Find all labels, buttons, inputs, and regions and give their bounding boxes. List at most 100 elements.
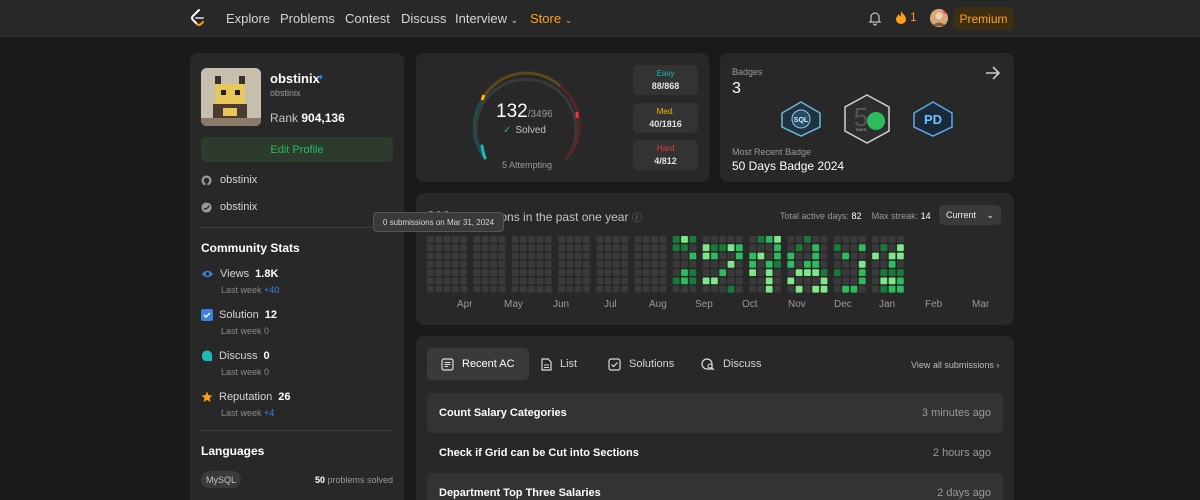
heatmap-cell[interactable] — [566, 244, 574, 252]
premium-button[interactable]: Premium — [953, 7, 1014, 30]
heatmap-cell[interactable] — [858, 252, 866, 260]
heatmap-cell[interactable] — [574, 260, 582, 268]
heatmap-cell[interactable] — [427, 260, 434, 268]
heatmap-cell[interactable] — [443, 244, 451, 252]
heatmap-cell[interactable] — [735, 277, 743, 285]
heatmap-cell[interactable] — [443, 269, 451, 276]
heatmap-cell[interactable] — [833, 269, 841, 276]
heatmap-cell[interactable] — [528, 277, 536, 285]
heatmap-cell[interactable] — [574, 269, 582, 276]
heatmap-cell[interactable] — [481, 269, 489, 276]
heatmap-cell[interactable] — [842, 252, 849, 260]
heatmap-cell[interactable] — [481, 260, 489, 268]
heatmap-cell[interactable] — [711, 236, 718, 243]
heatmap-cell[interactable] — [490, 277, 497, 285]
heatmap-cell[interactable] — [872, 236, 879, 243]
heatmap-cell[interactable] — [795, 244, 803, 252]
heatmap-cell[interactable] — [544, 269, 552, 276]
heatmap-cell[interactable] — [596, 260, 604, 268]
heatmap-cell[interactable] — [583, 244, 590, 252]
heatmap-cell[interactable] — [473, 260, 481, 268]
heatmap-cell[interactable] — [757, 236, 765, 243]
heatmap-cell[interactable] — [850, 252, 858, 260]
heatmap-cell[interactable] — [435, 244, 443, 252]
edit-profile-button[interactable]: Edit Profile — [201, 137, 393, 162]
heatmap-cell[interactable] — [888, 252, 896, 260]
heatmap-cell[interactable] — [544, 252, 552, 260]
heatmap-cell[interactable] — [702, 236, 710, 243]
heatmap-cell[interactable] — [842, 244, 849, 252]
heatmap-cell[interactable] — [520, 277, 527, 285]
heatmap-cell[interactable] — [511, 269, 519, 276]
heatmap-cell[interactable] — [689, 285, 697, 293]
heatmap-cell[interactable] — [672, 277, 680, 285]
heatmap-cell[interactable] — [672, 285, 680, 293]
heatmap-cell[interactable] — [634, 252, 642, 260]
heatmap-cell[interactable] — [842, 260, 849, 268]
heatmap-cell[interactable] — [702, 244, 710, 252]
heatmap-cell[interactable] — [689, 244, 697, 252]
heatmap-cell[interactable] — [719, 269, 727, 276]
heatmap-cell[interactable] — [473, 277, 481, 285]
heatmap-cell[interactable] — [812, 236, 820, 243]
heatmap-cell[interactable] — [427, 244, 434, 252]
heatmap-cell[interactable] — [536, 269, 544, 276]
heatmap-cell[interactable] — [672, 252, 680, 260]
heatmap-cell[interactable] — [473, 244, 481, 252]
heatmap-cell[interactable] — [880, 269, 888, 276]
heatmap-cell[interactable] — [880, 236, 888, 243]
heatmap-cell[interactable] — [820, 277, 828, 285]
heatmap-cell[interactable] — [558, 260, 565, 268]
heatmap-cell[interactable] — [659, 269, 667, 276]
heatmap-cell[interactable] — [787, 236, 795, 243]
heatmap-cell[interactable] — [451, 269, 459, 276]
heatmap-cell[interactable] — [604, 252, 612, 260]
heatmap-cell[interactable] — [520, 260, 527, 268]
heatmap-cell[interactable] — [897, 236, 904, 243]
heatmap-cell[interactable] — [659, 236, 667, 243]
heatmap-cell[interactable] — [833, 277, 841, 285]
heatmap-cell[interactable] — [719, 252, 727, 260]
heatmap-cell[interactable] — [820, 244, 828, 252]
heatmap-cell[interactable] — [795, 260, 803, 268]
heatmap-cell[interactable] — [659, 285, 667, 293]
heatmap-cell[interactable] — [511, 252, 519, 260]
heatmap-cell[interactable] — [604, 260, 612, 268]
heatmap-cell[interactable] — [774, 285, 781, 293]
heatmap-cell[interactable] — [804, 260, 811, 268]
heatmap-cell[interactable] — [804, 285, 811, 293]
heatmap-cell[interactable] — [757, 260, 765, 268]
heatmap-cell[interactable] — [528, 236, 536, 243]
heatmap-cell[interactable] — [566, 236, 574, 243]
heatmap-cell[interactable] — [812, 252, 820, 260]
heatmap-cell[interactable] — [621, 277, 629, 285]
heatmap-cell[interactable] — [812, 269, 820, 276]
heatmap-cell[interactable] — [621, 252, 629, 260]
heatmap-cell[interactable] — [833, 285, 841, 293]
heatmap-cell[interactable] — [613, 260, 620, 268]
heatmap-cell[interactable] — [604, 269, 612, 276]
heatmap-cell[interactable] — [787, 285, 795, 293]
heatmap-cell[interactable] — [604, 277, 612, 285]
heatmap-cell[interactable] — [711, 244, 718, 252]
heatmap-cell[interactable] — [583, 260, 590, 268]
heatmap-cell[interactable] — [820, 252, 828, 260]
heatmap-cell[interactable] — [536, 285, 544, 293]
heatmap-cell[interactable] — [850, 236, 858, 243]
heatmap-cell[interactable] — [511, 244, 519, 252]
heatmap-cell[interactable] — [765, 277, 773, 285]
heatmap-cell[interactable] — [443, 277, 451, 285]
heatmap-cell[interactable] — [511, 285, 519, 293]
heatmap-cell[interactable] — [498, 269, 506, 276]
heatmap-cell[interactable] — [820, 285, 828, 293]
heatmap-cell[interactable] — [719, 236, 727, 243]
heatmap-cell[interactable] — [804, 244, 811, 252]
heatmap-cell[interactable] — [872, 260, 879, 268]
heatmap-cell[interactable] — [511, 277, 519, 285]
heatmap-cell[interactable] — [651, 236, 658, 243]
heatmap-cell[interactable] — [735, 260, 743, 268]
heatmap-cell[interactable] — [596, 244, 604, 252]
heatmap-cell[interactable] — [872, 252, 879, 260]
50-days-badge-icon[interactable]: 5 DAYS — [843, 94, 891, 144]
heatmap-cell[interactable] — [702, 285, 710, 293]
